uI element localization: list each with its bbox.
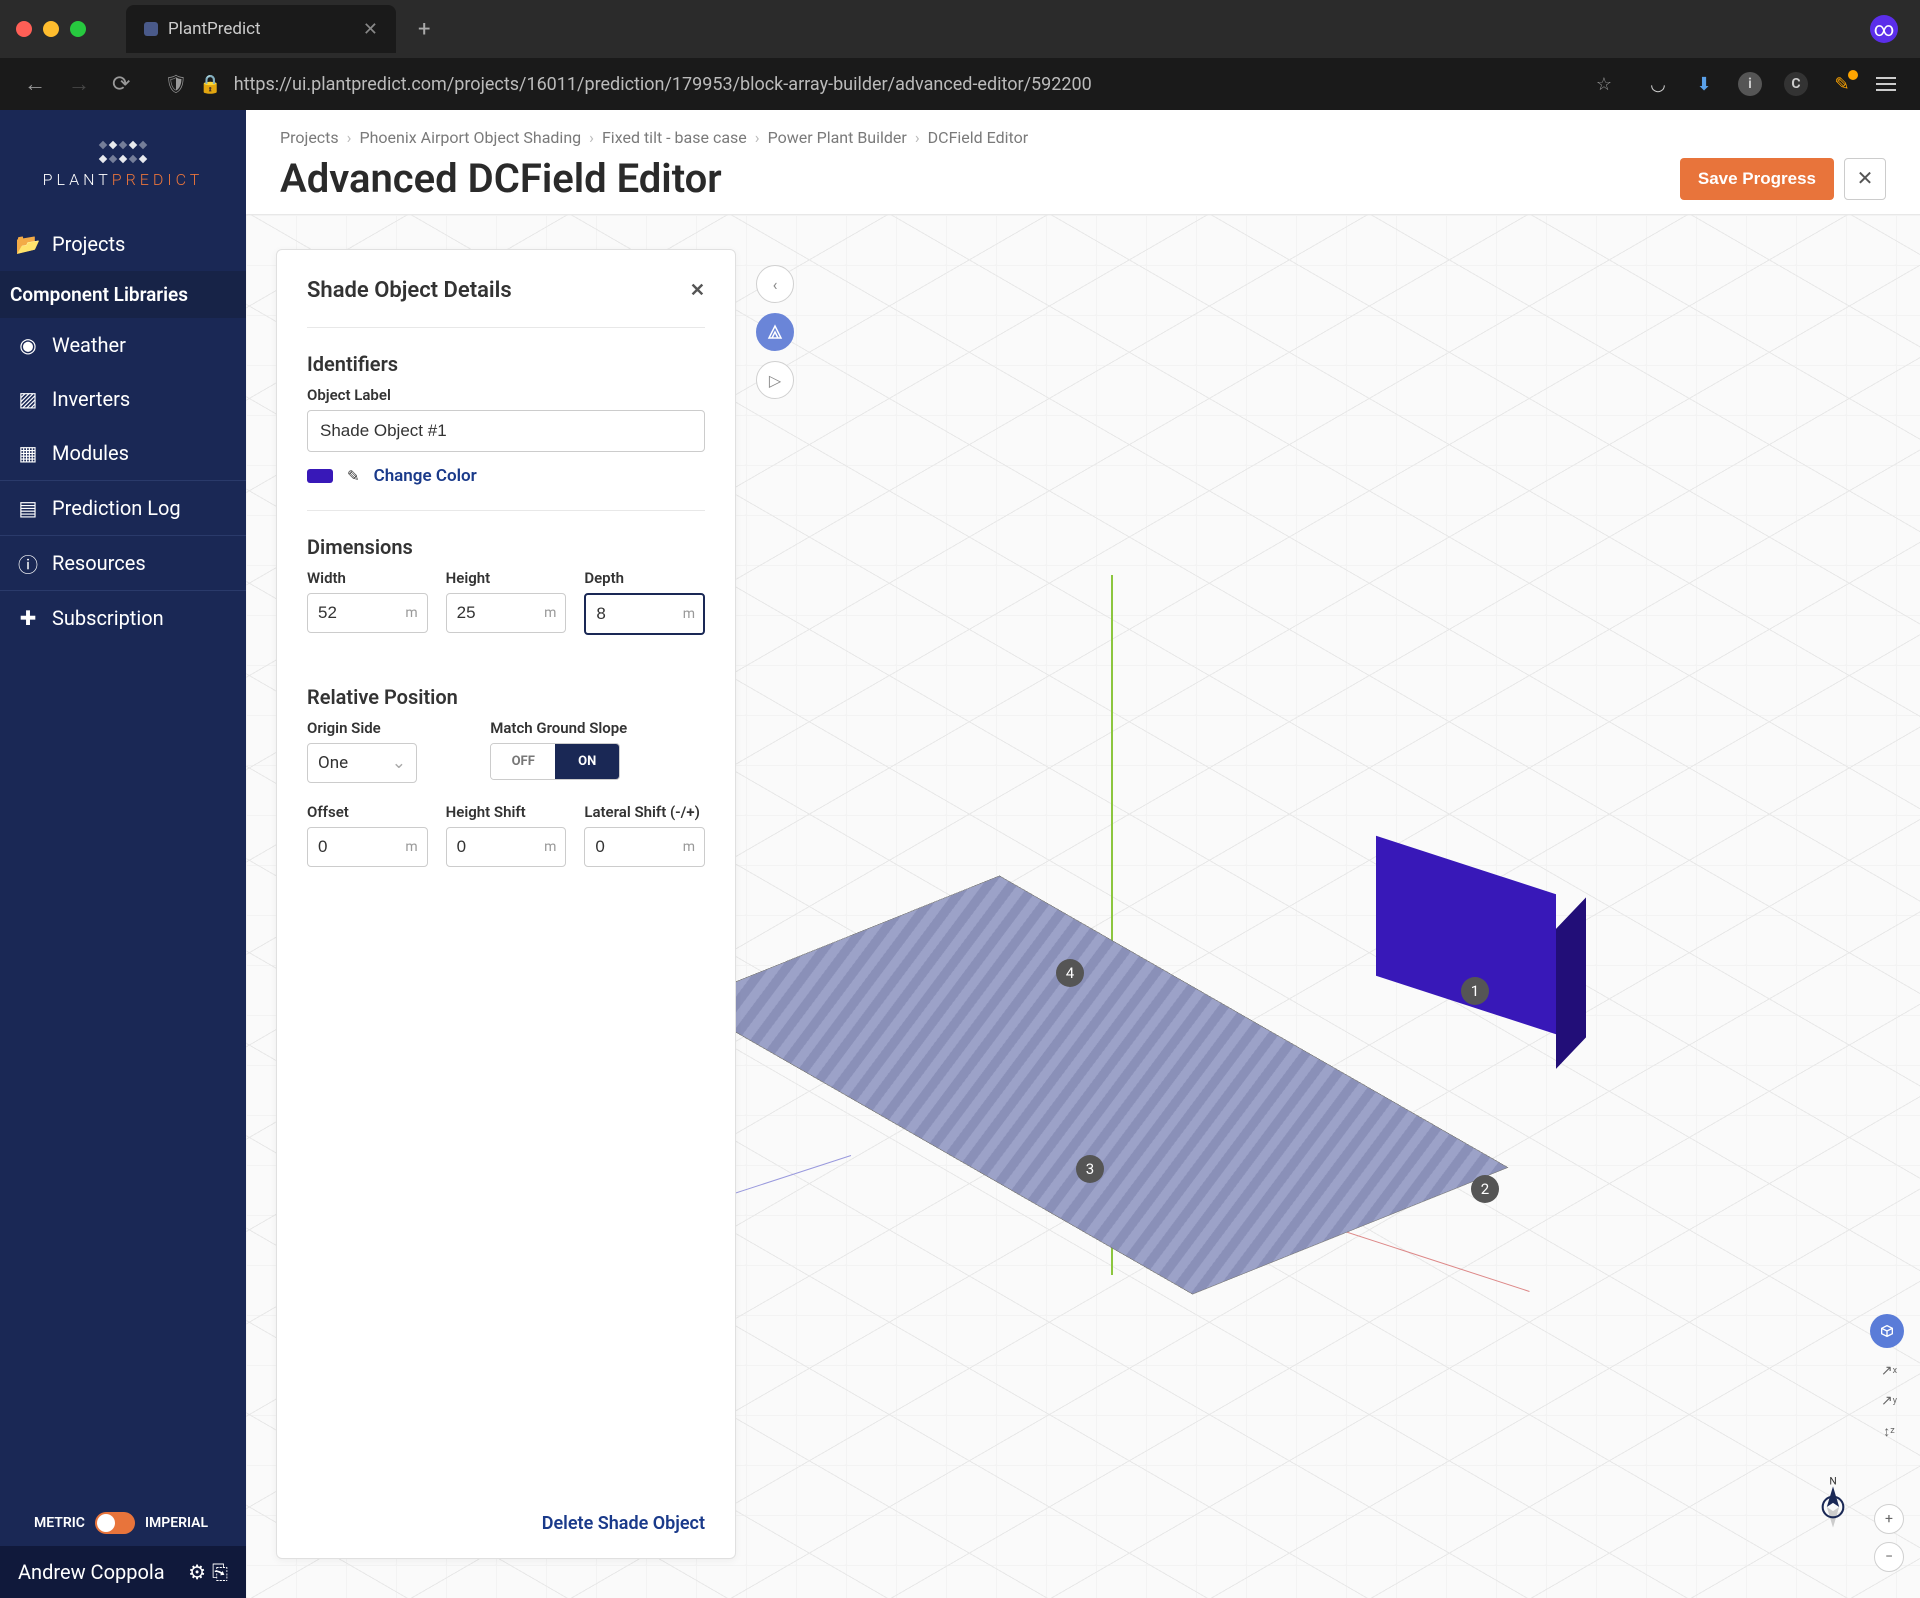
sidebar-item-prediction-log[interactable]: ▤Prediction Log [0, 481, 246, 535]
height-label: Height [446, 569, 567, 587]
play-tool-button[interactable]: ▷ [756, 361, 794, 399]
viewport-left-tools: ‹ ▷ [756, 265, 794, 399]
object-label-input[interactable] [307, 410, 705, 452]
sidebar-item-inverters[interactable]: ▨Inverters [0, 372, 246, 426]
window-controls [16, 21, 86, 37]
toggle-switch-icon[interactable] [95, 1512, 135, 1534]
sidebar: PLANTPREDICT 📂Projects Component Librari… [0, 110, 246, 1598]
breadcrumb-link[interactable]: Projects [280, 128, 339, 147]
chevron-down-icon: ⌄ [392, 753, 406, 773]
view-x-button[interactable]: ↗x [1874, 1356, 1904, 1386]
lateral-shift-label: Lateral Shift (-/+) [584, 803, 705, 821]
user-bar: Andrew Coppola ⚙ ⎘ [0, 1546, 246, 1598]
extension-icon[interactable]: ∞ [1870, 15, 1898, 43]
identifiers-header: Identifiers [307, 352, 705, 376]
browser-tab-strip: PlantPredict ✕ + ∞ [0, 0, 1920, 58]
tab-title: PlantPredict [168, 19, 261, 39]
url-text: https://ui.plantpredict.com/projects/160… [234, 74, 1092, 95]
zoom-in-button[interactable]: + [1874, 1504, 1904, 1534]
canvas-viewport[interactable]: ‹ ▷ 1 2 3 4 [246, 215, 1920, 1598]
breadcrumb-link[interactable]: Fixed tilt - base case [602, 128, 747, 147]
folder-icon: 📂 [18, 234, 38, 254]
breadcrumb-link[interactable]: Phoenix Airport Object Shading [359, 128, 581, 147]
notification-icon[interactable]: ✎ [1830, 72, 1854, 96]
inverter-icon: ▨ [18, 389, 38, 409]
details-panel: Shade Object Details ✕ Identifiers Objec… [276, 249, 736, 1559]
sidebar-item-resources[interactable]: ⓘResources [0, 536, 246, 590]
plus-square-icon: ✚ [18, 608, 38, 628]
browser-toolbar: ← → ⟳ 🛡 🔒 https://ui.plantpredict.com/pr… [0, 58, 1920, 110]
close-window-icon[interactable] [16, 21, 32, 37]
panel-close-button[interactable]: ✕ [690, 280, 705, 301]
offset-label: Offset [307, 803, 428, 821]
minimize-window-icon[interactable] [43, 21, 59, 37]
forward-button[interactable]: → [68, 71, 90, 97]
shield-icon: 🛡 [164, 74, 187, 95]
close-editor-button[interactable]: ✕ [1844, 158, 1886, 200]
unit-toggle[interactable]: METRIC IMPERIAL [0, 1500, 246, 1546]
compass-icon: N [1802, 1476, 1864, 1538]
sidebar-item-modules[interactable]: ▦Modules [0, 426, 246, 480]
close-tab-icon[interactable]: ✕ [363, 19, 378, 40]
svg-text:N: N [1829, 1476, 1836, 1487]
browser-tab[interactable]: PlantPredict ✕ [126, 5, 396, 53]
color-swatch [307, 469, 333, 483]
back-button[interactable]: ← [24, 71, 46, 97]
maximize-window-icon[interactable] [70, 21, 86, 37]
log-icon: ▤ [18, 498, 38, 518]
origin-side-select[interactable]: One ⌄ [307, 743, 417, 783]
settings-icon[interactable]: ⚙ [188, 1560, 206, 1584]
shade-tool-button[interactable] [756, 313, 794, 351]
sidebar-item-projects[interactable]: 📂Projects [0, 217, 246, 271]
toggle-on[interactable]: ON [555, 744, 619, 779]
breadcrumb: Projects› Phoenix Airport Object Shading… [280, 128, 1886, 147]
view-z-button[interactable]: ↕z [1874, 1416, 1904, 1446]
match-slope-toggle[interactable]: OFF ON [490, 743, 620, 780]
page-title: Advanced DCField Editor [280, 155, 722, 202]
weather-icon: ◉ [18, 335, 38, 355]
sidebar-section-libraries: Component Libraries [0, 271, 246, 318]
favicon-icon [144, 22, 158, 36]
object-label-label: Object Label [307, 386, 705, 404]
info-icon[interactable]: i [1738, 72, 1762, 96]
reload-button[interactable]: ⟳ [112, 72, 130, 97]
pencil-icon: ✎ [347, 467, 360, 485]
breadcrumb-current: DCField Editor [928, 128, 1029, 147]
delete-shade-link[interactable]: Delete Shade Object [542, 1513, 705, 1534]
url-bar[interactable]: 🛡 🔒 https://ui.plantpredict.com/projects… [152, 74, 1624, 95]
zoom-out-button[interactable]: − [1874, 1542, 1904, 1572]
lock-icon: 🔒 [199, 74, 221, 95]
sidebar-item-weather[interactable]: ◉Weather [0, 318, 246, 372]
panel-title: Shade Object Details [307, 278, 512, 303]
sidebar-item-subscription[interactable]: ✚Subscription [0, 591, 246, 645]
depth-label: Depth [584, 569, 705, 587]
collapse-button[interactable]: ‹ [756, 265, 794, 303]
breadcrumb-link[interactable]: Power Plant Builder [768, 128, 907, 147]
pocket-icon[interactable]: ◡ [1646, 72, 1670, 96]
bookmark-icon[interactable]: ☆ [1596, 74, 1612, 95]
save-button[interactable]: Save Progress [1680, 158, 1834, 200]
new-tab-button[interactable]: + [418, 17, 430, 42]
view-y-button[interactable]: ↗y [1874, 1386, 1904, 1416]
account-icon[interactable]: C [1784, 72, 1808, 96]
relative-position-header: Relative Position [307, 685, 705, 709]
logout-icon[interactable]: ⎘ [212, 1560, 228, 1584]
dimensions-header: Dimensions [307, 535, 705, 559]
info-circle-icon: ⓘ [18, 553, 38, 573]
user-name: Andrew Coppola [18, 1560, 165, 1584]
height-shift-label: Height Shift [446, 803, 567, 821]
origin-side-label: Origin Side [307, 719, 472, 737]
view-perspective-button[interactable] [1870, 1314, 1904, 1348]
modules-icon: ▦ [18, 443, 38, 463]
page-header: Projects› Phoenix Airport Object Shading… [246, 110, 1920, 215]
logo: PLANTPREDICT [0, 110, 246, 217]
download-icon[interactable]: ⬇ [1692, 72, 1716, 96]
change-color-link[interactable]: Change Color [374, 466, 477, 486]
menu-icon[interactable] [1876, 77, 1896, 91]
toggle-off[interactable]: OFF [491, 744, 555, 779]
width-label: Width [307, 569, 428, 587]
match-slope-label: Match Ground Slope [490, 719, 705, 737]
